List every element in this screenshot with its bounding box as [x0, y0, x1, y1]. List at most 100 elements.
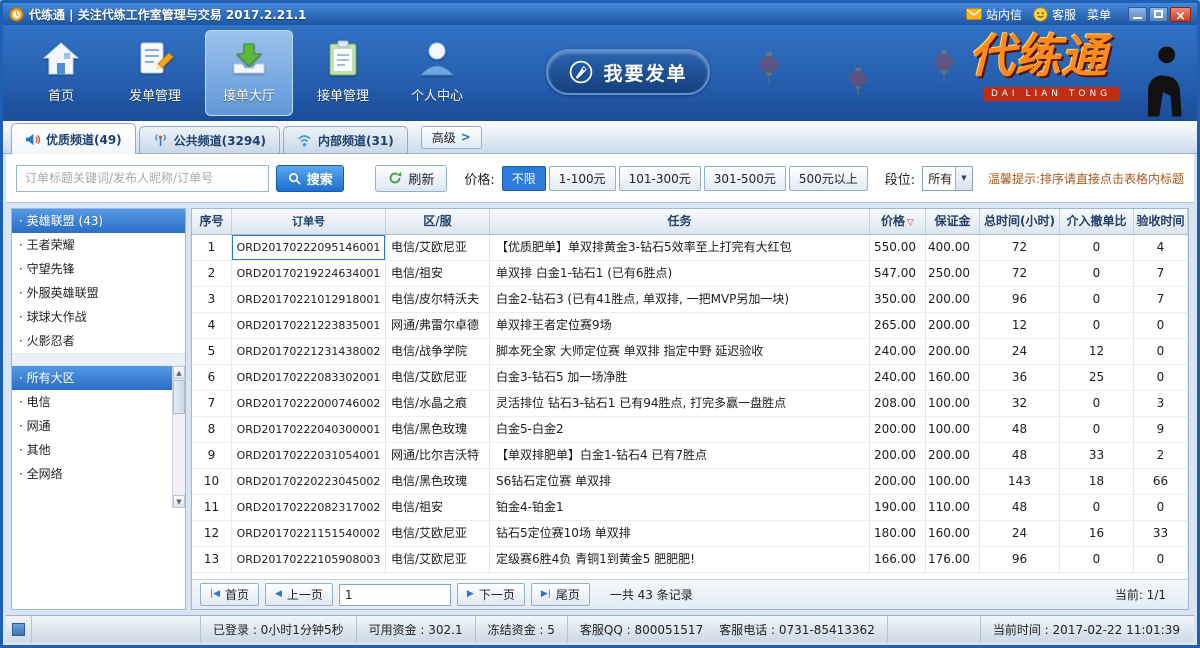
- status-current-time: 当前时间 : 2017-02-22 11:01:39: [980, 616, 1194, 642]
- table-row[interactable]: 1ORD20170222095146001电信/艾欧尼亚【优质肥单】单双排黄金3…: [192, 235, 1188, 261]
- rank-select[interactable]: 所有: [922, 166, 973, 191]
- first-page-button[interactable]: 首页: [200, 583, 259, 606]
- scroll-up-icon[interactable]: [173, 366, 185, 379]
- table-cell: 190.00: [870, 495, 926, 521]
- table-cell: 240.00: [870, 339, 926, 365]
- close-button[interactable]: [1170, 7, 1191, 22]
- sidebar-item-naruto[interactable]: 火影忍者: [12, 329, 185, 353]
- table-cell: 72: [980, 235, 1060, 261]
- column-header-0[interactable]: 序号: [192, 209, 232, 235]
- page-number-input[interactable]: [339, 584, 451, 606]
- table-cell: 96: [980, 287, 1060, 313]
- table-cell: 25: [1060, 365, 1134, 391]
- table-cell: ORD20170222083302001: [232, 365, 386, 391]
- search-input[interactable]: [16, 165, 269, 192]
- prev-page-label: 上一页: [287, 586, 323, 603]
- menu-button[interactable]: 菜单: [1087, 6, 1111, 23]
- sidebar-region-all[interactable]: 所有大区: [12, 366, 185, 390]
- table-row[interactable]: 13ORD20170222105908003电信/艾欧尼亚定级赛6胜4负 青铜1…: [192, 547, 1188, 573]
- nav-post-manage[interactable]: 发单管理: [111, 30, 199, 116]
- column-header-3[interactable]: 任务: [490, 209, 870, 235]
- table-cell: 200.00: [870, 417, 926, 443]
- price-option-101-300[interactable]: 101-300元: [619, 166, 701, 191]
- scroll-down-icon[interactable]: [173, 495, 185, 508]
- table-cell: 100.00: [926, 391, 980, 417]
- tab-public-channel[interactable]: 公共频道(3294): [139, 126, 280, 153]
- table-cell: 0: [1060, 235, 1134, 261]
- table-row[interactable]: 12ORD20170221151540002电信/艾欧尼亚钻石5定位赛10场 单…: [192, 521, 1188, 547]
- sidebar-item-qiuqiu[interactable]: 球球大作战: [12, 305, 185, 329]
- advanced-button[interactable]: 高级: [421, 126, 482, 149]
- column-header-6[interactable]: 总时间(小时): [980, 209, 1060, 235]
- last-page-button[interactable]: 尾页: [531, 583, 590, 606]
- table-cell: 3: [192, 287, 232, 313]
- maximize-button[interactable]: [1149, 7, 1168, 22]
- table-row[interactable]: 11ORD20170222082317002电信/祖安铂金4-铂金1190.00…: [192, 495, 1188, 521]
- table-row[interactable]: 4ORD20170221223835001网通/弗雷尔卓德单双排王者定位赛9场2…: [192, 313, 1188, 339]
- sidebar-region-allnet[interactable]: 全网络: [12, 462, 185, 486]
- main-nav: 首页 发单管理 接单大厅 接单管理: [17, 30, 481, 116]
- table-cell: S6钻石定位赛 单双排: [490, 469, 870, 495]
- sidebar-item-lol-foreign[interactable]: 外服英雄联盟: [12, 281, 185, 305]
- first-page-label: 首页: [225, 586, 249, 603]
- table-cell: 电信/祖安: [386, 495, 490, 521]
- column-header-8[interactable]: 验收时间: [1134, 209, 1188, 235]
- refresh-button-label: 刷新: [408, 169, 434, 188]
- table-body: 1ORD20170222095146001电信/艾欧尼亚【优质肥单】单双排黄金3…: [192, 235, 1188, 579]
- table-row[interactable]: 6ORD20170222083302001电信/艾欧尼亚白金3-钻石5 加一场净…: [192, 365, 1188, 391]
- table-cell: 0: [1060, 313, 1134, 339]
- sidebar-scrollbar[interactable]: [172, 366, 185, 508]
- sidebar-item-wzry[interactable]: 王者荣耀: [12, 233, 185, 257]
- table-cell: 电信/黑色玫瑰: [386, 469, 490, 495]
- column-header-4[interactable]: 价格▽: [870, 209, 926, 235]
- sidebar-region-telecom[interactable]: 电信: [12, 390, 185, 414]
- price-option-500-plus[interactable]: 500元以上: [789, 166, 868, 191]
- sidebar-item-overwatch[interactable]: 守望先锋: [12, 257, 185, 281]
- table-row[interactable]: 10ORD20170220223045002电信/黑色玫瑰S6钻石定位赛 单双排…: [192, 469, 1188, 495]
- table-cell: 24: [980, 339, 1060, 365]
- chevron-down-icon: [955, 167, 972, 190]
- table-cell: 4: [1134, 235, 1188, 261]
- table-row[interactable]: 9ORD20170222031054001网通/比尔吉沃特【单双排肥单】白金1-…: [192, 443, 1188, 469]
- nav-profile[interactable]: 个人中心: [393, 30, 481, 116]
- customer-service-button[interactable]: 客服: [1033, 6, 1076, 23]
- table-cell: 100.00: [926, 417, 980, 443]
- price-option-unlimited[interactable]: 不限: [502, 166, 546, 191]
- price-option-1-100[interactable]: 1-100元: [549, 166, 616, 191]
- table-cell: 脚本死全家 大师定位赛 单双排 指定中野 延迟验收: [490, 339, 870, 365]
- post-order-button[interactable]: 我要发单: [546, 49, 710, 95]
- search-button[interactable]: 搜索: [276, 165, 344, 192]
- refresh-button[interactable]: 刷新: [375, 165, 447, 192]
- sidebar-region-netcom[interactable]: 网通: [12, 414, 185, 438]
- sidebar-item-lol[interactable]: 英雄联盟 (43): [12, 209, 185, 233]
- scroll-thumb[interactable]: [173, 380, 185, 414]
- channel-tab-bar: 优质频道(49) 公共频道(3294) 内部频道(31) 高级: [3, 121, 1197, 154]
- nav-home[interactable]: 首页: [17, 30, 105, 116]
- column-header-1[interactable]: 订单号: [232, 209, 386, 235]
- table-row[interactable]: 8ORD20170222040300001电信/黑色玫瑰白金5-白金2200.0…: [192, 417, 1188, 443]
- first-page-icon: [210, 590, 220, 599]
- table-cell: 208.00: [870, 391, 926, 417]
- prev-page-button[interactable]: 上一页: [265, 583, 333, 606]
- nav-accept-manage[interactable]: 接单管理: [299, 30, 387, 116]
- table-cell: 单双排 白金1-钻石1 (已有6胜点): [490, 261, 870, 287]
- column-header-2[interactable]: 区/服: [386, 209, 490, 235]
- table-row[interactable]: 7ORD20170222000746002电信/水晶之痕灵活排位 钻石3-钻石1…: [192, 391, 1188, 417]
- menu-label: 菜单: [1087, 6, 1111, 23]
- price-option-301-500[interactable]: 301-500元: [704, 166, 786, 191]
- column-header-5[interactable]: 保证金: [926, 209, 980, 235]
- table-row[interactable]: 5ORD20170221231438002电信/战争学院脚本死全家 大师定位赛 …: [192, 339, 1188, 365]
- table-cell: 0: [1060, 261, 1134, 287]
- table-cell: ORD20170221151540002: [232, 521, 386, 547]
- nav-accept-hall[interactable]: 接单大厅: [205, 30, 293, 116]
- next-page-button[interactable]: 下一页: [457, 583, 525, 606]
- sidebar-region-other[interactable]: 其他: [12, 438, 185, 462]
- table-row[interactable]: 2ORD20170219224634001电信/祖安单双排 白金1-钻石1 (已…: [192, 261, 1188, 287]
- tab-quality-channel[interactable]: 优质频道(49): [11, 123, 136, 154]
- column-header-7[interactable]: 介入撤单比: [1060, 209, 1134, 235]
- minimize-button[interactable]: [1128, 7, 1147, 22]
- tab-internal-channel[interactable]: 内部频道(31): [283, 126, 408, 153]
- table-row[interactable]: 3ORD20170221012918001电信/皮尔特沃夫白金2-钻石3 (已有…: [192, 287, 1188, 313]
- table-cell: 电信/祖安: [386, 261, 490, 287]
- site-message-button[interactable]: 站内信: [966, 6, 1022, 23]
